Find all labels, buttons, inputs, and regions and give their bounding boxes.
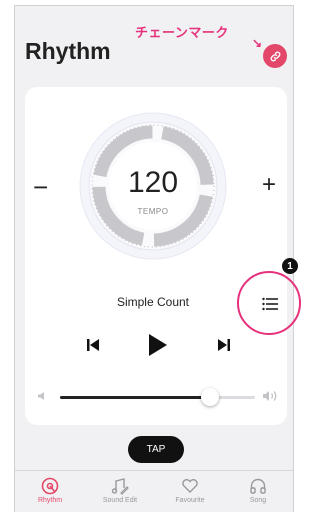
headphones-icon xyxy=(250,478,266,494)
count-mode-label: Simple Count xyxy=(116,295,190,309)
tempo-label: TEMPO xyxy=(137,207,169,216)
callout-badge: 1 xyxy=(282,258,298,274)
tab-label: Favourite xyxy=(175,497,205,504)
volume-low-icon xyxy=(38,392,44,400)
tempo-value: 120 xyxy=(127,166,179,199)
play-icon[interactable] xyxy=(148,333,168,357)
tap-tempo-button[interactable]: TAP xyxy=(128,436,184,463)
highlight-circle xyxy=(237,271,301,335)
volume-slider[interactable] xyxy=(60,388,255,406)
volume-high-icon xyxy=(263,391,277,401)
annotation-arrow: ↘ xyxy=(252,36,263,50)
tab-bar: Rhythm Sound Edit Favourite Song xyxy=(15,470,293,512)
tab-label: Sound Edit xyxy=(102,497,138,504)
tab-label: Song xyxy=(249,497,267,504)
skip-previous-icon[interactable] xyxy=(86,338,100,352)
music-note-edit-icon xyxy=(111,478,129,495)
tab-label: Rhythm xyxy=(37,497,63,504)
tab-rhythm[interactable]: Rhythm xyxy=(15,477,85,504)
page-title: Rhythm xyxy=(25,38,111,64)
tab-song[interactable]: Song xyxy=(223,477,293,504)
skip-next-icon[interactable] xyxy=(217,338,231,352)
chain-mark-annotation: チェーンマーク xyxy=(135,26,229,41)
tab-sound-edit[interactable]: Sound Edit xyxy=(85,477,155,504)
tab-favourite[interactable]: Favourite xyxy=(155,477,225,504)
chain-link-icon xyxy=(270,51,280,61)
tempo-increase-button[interactable]: + xyxy=(262,172,276,198)
rhythm-icon xyxy=(41,477,59,495)
tempo-decrease-button[interactable]: − xyxy=(33,174,48,200)
volume-slider-fill xyxy=(60,396,211,399)
heart-icon xyxy=(182,479,198,493)
chain-link-button[interactable] xyxy=(263,44,287,68)
